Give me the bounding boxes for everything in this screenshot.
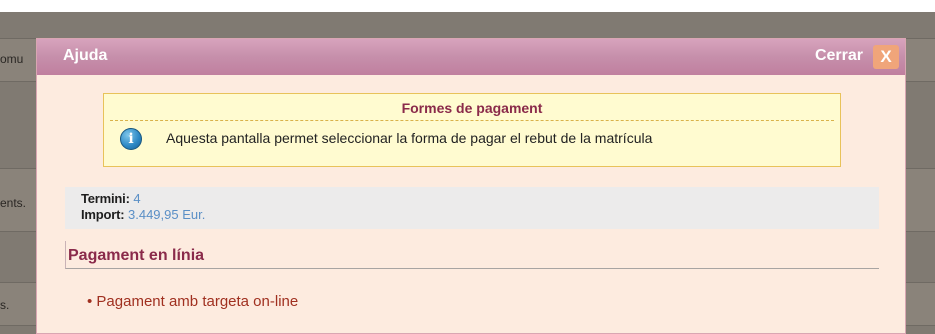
- import-label: Import:: [81, 207, 125, 222]
- help-dialog: Ajuda Cerrar X Formes de pagament i Aque…: [36, 38, 906, 334]
- term-row: Termini: 4: [81, 191, 141, 206]
- section-title: Pagament en línia: [68, 247, 205, 264]
- info-box: Formes de pagament i Aquesta pantalla pe…: [103, 93, 841, 167]
- term-label: Termini:: [81, 191, 130, 206]
- background-text: ents.: [0, 196, 27, 210]
- dialog-header: Ajuda Cerrar X: [37, 39, 905, 75]
- info-divider: [110, 120, 834, 121]
- online-payment-section: Pagament en línia: [65, 241, 879, 269]
- info-title: Formes de pagament: [401, 100, 543, 116]
- background-band: [905, 282, 935, 326]
- background-text: s.: [0, 298, 10, 312]
- background-text: omu: [0, 52, 24, 66]
- background-top-bar: [0, 0, 935, 12]
- card-payment-link[interactable]: • Pagament amb targeta on-line: [87, 293, 298, 310]
- import-value: 3.449,95 Eur.: [128, 207, 206, 222]
- close-link[interactable]: Cerrar: [815, 47, 863, 65]
- dialog-title: Ajuda: [63, 47, 108, 64]
- info-icon: i: [120, 128, 142, 150]
- close-x-icon[interactable]: X: [873, 45, 899, 69]
- info-text: Aquesta pantalla permet seleccionar la f…: [166, 130, 653, 146]
- term-value: 4: [133, 191, 141, 206]
- payment-summary: Termini: 4 Import: 3.449,95 Eur.: [65, 187, 879, 229]
- import-row: Import: 3.449,95 Eur.: [81, 207, 205, 222]
- background-band: [905, 168, 935, 232]
